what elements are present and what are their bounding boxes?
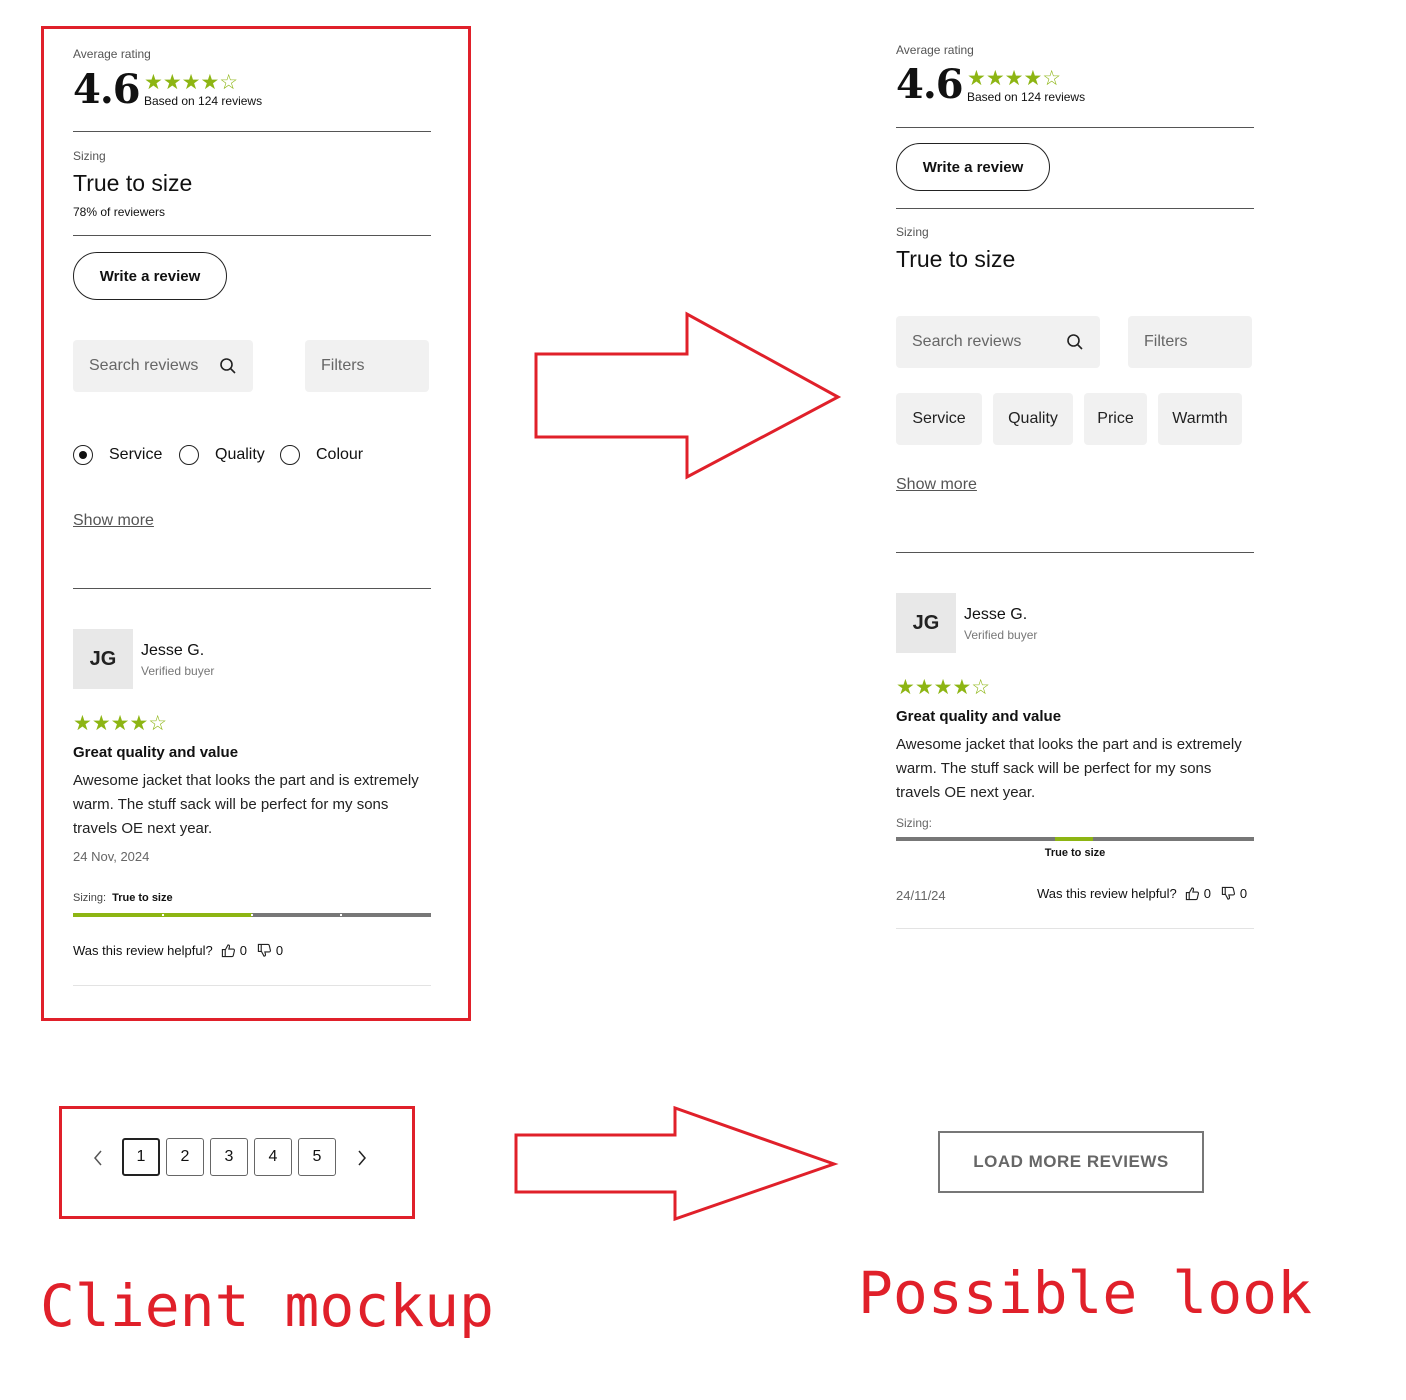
- review-date: 24/11/24: [896, 888, 946, 903]
- page-button-2[interactable]: 2: [166, 1138, 204, 1176]
- divider: [73, 235, 431, 236]
- downvote-count: 0: [1239, 886, 1248, 901]
- search-placeholder: Search reviews: [912, 333, 1022, 350]
- review-date: 24 Nov, 2024: [73, 849, 150, 864]
- review-sizing-row: Sizing: True to size: [73, 892, 173, 904]
- sizing-bar-tick: [162, 914, 164, 916]
- based-on-count: Based on 124 reviews: [144, 94, 263, 108]
- avatar: JG: [896, 593, 956, 653]
- upvote-count: 0: [1203, 886, 1211, 901]
- show-more-link[interactable]: Show more: [73, 512, 154, 530]
- sizing-bar-tick: [340, 914, 342, 916]
- show-more-link[interactable]: Show more: [896, 476, 977, 494]
- arrow-right-icon: [514, 1105, 839, 1222]
- avg-rating-stars: ★★★★☆: [967, 67, 1062, 90]
- helpful-question: Was this review helpful?: [1037, 886, 1177, 901]
- radio-service[interactable]: [73, 445, 93, 465]
- sizing-label: Sizing: [896, 225, 929, 239]
- reviewer-name: Jesse G.: [141, 642, 205, 659]
- chip-warmth[interactable]: Warmth: [1158, 393, 1242, 445]
- thumbs-up-icon[interactable]: [1185, 886, 1200, 901]
- review-body: Awesome jacket that looks the part and i…: [73, 772, 419, 837]
- filters-button[interactable]: Filters: [1128, 316, 1252, 368]
- sizing-value: True to size: [73, 170, 193, 196]
- chevron-left-icon[interactable]: [92, 1149, 104, 1167]
- avg-rating-label: Average rating: [73, 47, 151, 61]
- search-placeholder: Search reviews: [89, 357, 199, 374]
- verified-badge: Verified buyer: [964, 628, 1038, 642]
- divider: [896, 552, 1254, 553]
- review-sizing-label: Sizing:: [896, 816, 933, 830]
- review-title: Great quality and value: [73, 744, 239, 761]
- reviewer-name: Jesse G.: [964, 606, 1028, 623]
- review-body: Awesome jacket that looks the part and i…: [896, 736, 1242, 801]
- avg-rating-value: 4.6: [896, 61, 964, 108]
- chevron-right-icon[interactable]: [356, 1149, 368, 1167]
- thumbs-down-icon[interactable]: [1221, 886, 1236, 901]
- chip-quality[interactable]: Quality: [993, 393, 1073, 445]
- downvote-count: 0: [275, 943, 284, 958]
- radio-selected-dot: [79, 451, 87, 459]
- sizing-bar-tick: [251, 914, 253, 916]
- search-reviews-input[interactable]: Search reviews: [73, 340, 253, 392]
- avg-rating-value: 4.6: [73, 66, 141, 113]
- chip-service[interactable]: Service: [896, 393, 982, 445]
- divider: [896, 208, 1254, 209]
- radio-label-colour: Colour: [316, 446, 364, 463]
- page-button-1[interactable]: 1: [122, 1138, 160, 1176]
- based-on-count: Based on 124 reviews: [967, 90, 1086, 104]
- load-more-button[interactable]: LOAD MORE REVIEWS: [938, 1131, 1204, 1193]
- page-button-3[interactable]: 3: [210, 1138, 248, 1176]
- write-review-button[interactable]: Write a review: [896, 143, 1050, 191]
- sizing-bar-marker: [1055, 837, 1093, 841]
- helpful-row: Was this review helpful? 0 0: [73, 943, 283, 958]
- page-button-5[interactable]: 5: [298, 1138, 336, 1176]
- chip-price[interactable]: Price: [1084, 393, 1147, 445]
- caption-possible-look: Possible look: [858, 1259, 1312, 1327]
- sizing-bar: [73, 913, 431, 917]
- search-icon: [1067, 334, 1083, 350]
- filters-label: Filters: [1144, 333, 1188, 350]
- divider: [896, 928, 1254, 929]
- divider: [73, 588, 431, 589]
- sizing-label: Sizing: [73, 149, 106, 163]
- avg-rating-label: Average rating: [896, 43, 974, 57]
- review-sizing-label: Sizing:: [73, 892, 107, 904]
- radio-label-service: Service: [109, 446, 163, 463]
- thumbs-up-icon[interactable]: [221, 943, 236, 958]
- filters-label: Filters: [321, 357, 365, 374]
- sizing-percentage: 78% of reviewers: [73, 205, 166, 219]
- filters-button[interactable]: Filters: [305, 340, 429, 392]
- review-stars: ★★★★☆: [73, 712, 168, 735]
- search-icon: [220, 358, 236, 374]
- helpful-row: Was this review helpful? 0 0: [1037, 886, 1247, 901]
- sizing-bar: [896, 837, 1254, 841]
- page-button-4[interactable]: 4: [254, 1138, 292, 1176]
- review-sizing-value: True to size: [1044, 847, 1106, 859]
- review-stars: ★★★★☆: [896, 676, 991, 699]
- avg-rating-stars: ★★★★☆: [144, 71, 239, 94]
- write-review-button[interactable]: Write a review: [73, 252, 227, 300]
- thumbs-down-icon[interactable]: [257, 943, 272, 958]
- sizing-value: True to size: [896, 246, 1016, 272]
- review-title: Great quality and value: [896, 708, 1062, 725]
- verified-badge: Verified buyer: [141, 664, 215, 678]
- avatar: JG: [73, 629, 133, 689]
- radio-colour[interactable]: [280, 445, 300, 465]
- review-sizing-value: True to size: [112, 892, 173, 904]
- search-reviews-input[interactable]: Search reviews: [896, 316, 1100, 368]
- divider: [896, 127, 1254, 128]
- radio-label-quality: Quality: [215, 446, 265, 463]
- divider: [73, 131, 431, 132]
- radio-quality[interactable]: [179, 445, 199, 465]
- divider: [73, 985, 431, 986]
- upvote-count: 0: [239, 943, 247, 958]
- arrow-right-icon: [534, 311, 842, 480]
- helpful-question: Was this review helpful?: [73, 943, 213, 958]
- caption-client-mockup: Client mockup: [40, 1272, 494, 1340]
